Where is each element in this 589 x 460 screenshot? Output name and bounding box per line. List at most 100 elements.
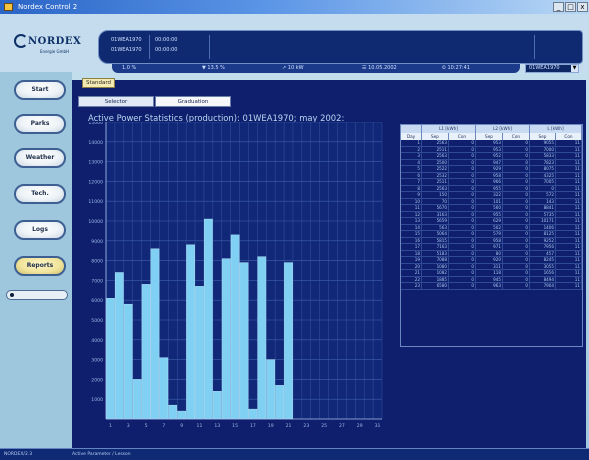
table-cell: 7088 [422,257,449,263]
status-row-2-id: 01WEA1970 [111,47,142,53]
table-cell: 0 [503,257,530,263]
table-cell: 0 [503,185,530,192]
table-cell: 0 [449,153,476,159]
minimize-button[interactable]: _ [553,2,564,12]
table-row: 23 6580 0 963 0 7904 11 [401,283,582,290]
x-tick-label: 3 [127,423,130,429]
table-cell: 11 [556,276,582,283]
x-tick-label: 21 [286,423,292,429]
table-cell: 7956 [530,244,556,250]
sidebar-item-weather[interactable]: Weather [14,148,66,168]
x-tick-label: 5 [145,423,148,429]
y-tick-label: 7000 [91,278,103,284]
table-cell: 7 [401,179,422,185]
close-button[interactable]: x [577,2,588,12]
table-cell: 0 [449,166,476,172]
table-cell: 7163 [422,244,449,250]
table-cell: 0 [503,270,530,276]
bar [168,404,178,420]
x-tick-label: 9 [180,423,183,429]
table-cell: 0 [449,179,476,185]
logo-tagline: Energie GmbH [40,49,70,54]
sidebar-item-reports[interactable]: Reports [14,256,66,276]
table-cell: 3163 [422,211,449,218]
x-tick-label: 7 [162,423,165,429]
table-cell: 2532 [422,172,449,179]
table-cell: 0 [503,179,530,185]
sidebar-item-tech[interactable]: Tech. [14,184,66,204]
y-tick-label: 9000 [91,239,103,245]
table-cell: 11 [556,192,582,198]
table-cell: 0 [449,211,476,218]
table-cell: 0 [503,276,530,283]
y-tick-label: 8000 [91,259,103,265]
status-divider [534,35,535,59]
status-row-1-value: 00:00:00 [155,37,178,43]
tab-graduation[interactable]: Graduation [155,96,231,107]
table-cell: 11 [556,231,582,237]
table-cell: 966 [476,179,503,185]
table-cell: 953 [476,140,503,146]
table-cell: 629 [476,218,503,224]
table-cell: 0 [503,211,530,218]
table-cell: 17 [401,244,422,250]
table-cell: 16 [401,237,422,244]
table-cell: 0 [449,218,476,224]
sidebar-item-start[interactable]: Start [14,80,66,100]
table-cell: 9055 [530,140,556,146]
table-cell: 1406 [530,224,556,231]
table-cell: 7005 [530,179,556,185]
tab-selector[interactable]: Selector [78,96,154,107]
bar [266,359,276,420]
table-cell: 101 [476,198,503,205]
table-cell: 22 [401,276,422,283]
table-cell: 8125 [530,231,556,237]
info-strip: 1.0 % ▼ 13.5 % ↗ 10 kW ☰ 10.05.2002 ⏲ 10… [112,64,520,73]
table-cell: 7904 [530,283,556,289]
table-cell: 963 [476,283,503,289]
table-cell: 5659 [422,218,449,224]
table-cell: 1 [401,140,422,146]
table-cell: 11 [556,237,582,244]
table-cell: 11 [556,166,582,172]
table-cell: 11 [556,270,582,276]
table-cell: 8494 [530,276,556,283]
chevron-down-icon[interactable]: ▼ [571,65,578,72]
status-row-2-value: 00:00:00 [155,47,178,53]
table-cell: 953 [476,146,503,153]
bar [159,357,169,420]
logo-mark-icon [14,34,28,48]
table-header-spacer [401,125,422,133]
table-cell: 0 [449,146,476,153]
table-cell: 0 [503,140,530,146]
bar [221,258,231,420]
table-cell: 11 [556,140,582,146]
tab-standard[interactable]: Standard [82,78,115,88]
sidebar-item-logs[interactable]: Logs [14,220,66,240]
table-cell: 0 [449,276,476,283]
slider-handle[interactable] [10,293,14,297]
table-cell: 118 [476,270,503,276]
table-cell: 0 [503,159,530,166]
turbine-select[interactable]: 01WEA1970 ▼ [525,64,579,73]
sidebar-slider[interactable] [6,290,68,300]
table-cell: 11 [556,205,582,211]
x-tick-label: 15 [232,423,238,429]
table-cell: 11 [556,153,582,159]
table-cell: 23 [401,283,422,289]
x-tick-label: 17 [250,423,256,429]
app-window: Nordex Control 2 _ □ x NORDEX Energie Gm… [0,0,589,460]
y-tick-label: 13000 [88,160,103,166]
maximize-button[interactable]: □ [565,2,576,12]
table-cell: 9252 [530,237,556,244]
table-cell: 457 [530,250,556,257]
sidebar-item-parks[interactable]: Parks [14,114,66,134]
table-cell: 560 [476,205,503,211]
table-cell: 6580 [422,283,449,289]
bar [150,248,160,420]
table-cell: 0 [449,140,476,146]
bar [248,408,258,420]
table-cell: 2511 [422,146,449,153]
y-tick-label: 3000 [91,358,103,364]
table-cell: 0 [503,218,530,224]
